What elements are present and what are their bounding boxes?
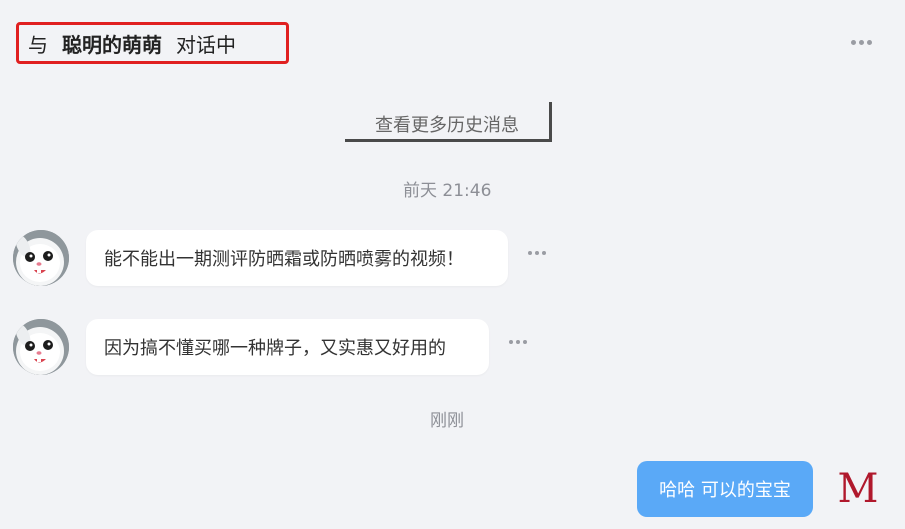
- message-timestamp: 刚刚: [430, 411, 464, 431]
- snowball-rabbit-avatar[interactable]: [13, 319, 69, 375]
- message-text: 哈哈 可以的宝宝: [659, 480, 791, 501]
- incoming-message-bubble[interactable]: 能不能出一期测评防晒霜或防晒喷雾的视频！: [86, 230, 508, 286]
- my-avatar[interactable]: M: [834, 462, 882, 516]
- header-suffix: 对话中: [176, 32, 236, 57]
- chat-window: 与 聪明的萌萌 对话中 查看更多历史消息 前天 21:46 能不能出一期测评防晒…: [0, 0, 905, 529]
- contact-name[interactable]: 聪明的萌萌: [62, 29, 162, 58]
- message-more-dots-icon[interactable]: [528, 251, 546, 255]
- incoming-message-bubble[interactable]: 因为搞不懂买哪一种牌子，又实惠又好用的: [86, 319, 489, 375]
- snowball-rabbit-avatar[interactable]: [13, 230, 69, 286]
- outgoing-message-bubble[interactable]: 哈哈 可以的宝宝: [637, 461, 813, 517]
- view-more-history-button[interactable]: 查看更多历史消息: [345, 102, 552, 142]
- header-prefix: 与: [28, 32, 48, 57]
- message-text: 因为搞不懂买哪一种牌子，又实惠又好用的: [104, 338, 446, 359]
- more-dots-icon[interactable]: [851, 40, 872, 45]
- message-more-dots-icon[interactable]: [509, 340, 527, 344]
- message-text: 能不能出一期测评防晒霜或防晒喷雾的视频！: [104, 249, 464, 270]
- chat-header-title: 与 聪明的萌萌 对话中: [16, 22, 289, 64]
- message-timestamp: 前天 21:46: [403, 181, 492, 201]
